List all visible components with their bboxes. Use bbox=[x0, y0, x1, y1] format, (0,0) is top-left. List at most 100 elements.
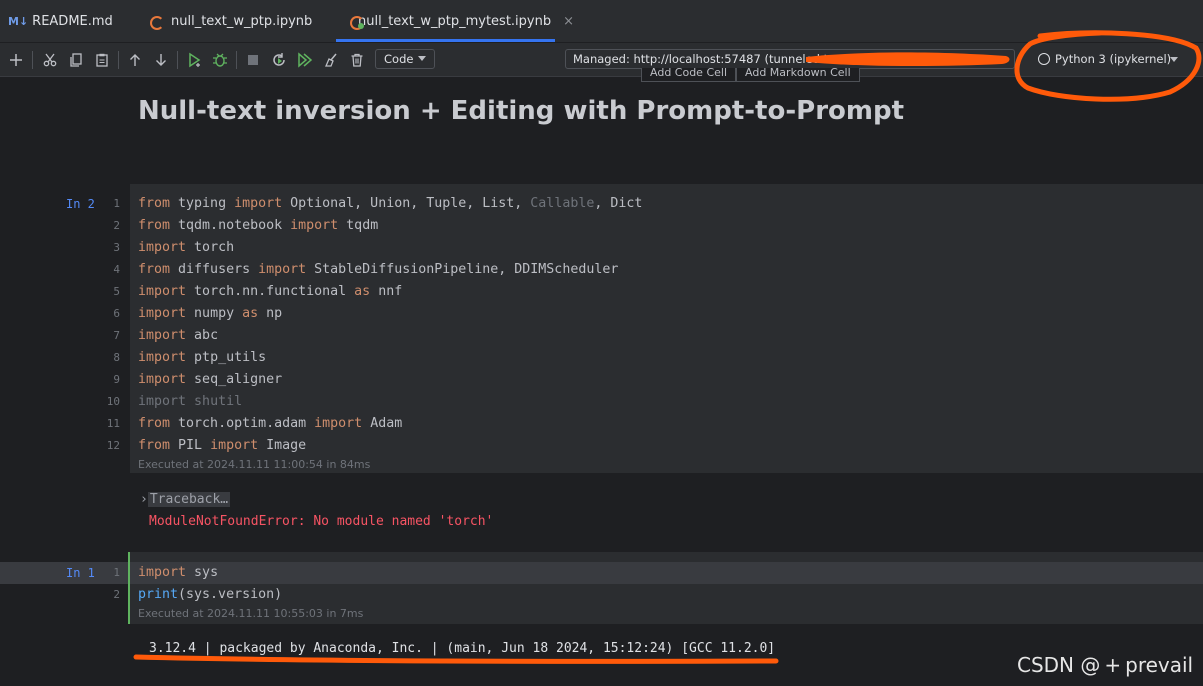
code-token: nnf bbox=[370, 284, 403, 299]
error-output: ModuleNotFoundError: No module named 'to… bbox=[149, 514, 494, 529]
code-token: torch.optim.adam bbox=[170, 416, 315, 431]
code-token: Callable bbox=[530, 196, 595, 211]
chevron-down-icon bbox=[418, 56, 426, 61]
code-token: import bbox=[234, 196, 283, 211]
code-token: numpy bbox=[186, 306, 243, 321]
code-line: from typing import Optional, Union, Tupl… bbox=[138, 193, 642, 215]
csdn-watermark: CSDN @ + prevail bbox=[1017, 653, 1194, 677]
move-up-icon[interactable] bbox=[124, 49, 146, 71]
move-down-icon[interactable] bbox=[150, 49, 172, 71]
restart-kernel-icon[interactable] bbox=[268, 49, 290, 71]
traceback-toggle[interactable]: › Traceback… bbox=[140, 489, 231, 510]
code-line: import shutil bbox=[138, 391, 242, 413]
add-code-cell-button[interactable]: Add Code Cell bbox=[641, 68, 737, 82]
code-token: typing bbox=[170, 196, 235, 211]
clear-outputs-icon[interactable] bbox=[320, 49, 342, 71]
execution-count: In 2 bbox=[66, 197, 95, 211]
execution-info: Executed at 2024.11.11 10:55:03 in 7ms bbox=[138, 607, 364, 620]
tab-readme[interactable]: M↓ README.md bbox=[8, 0, 113, 42]
code-token: import bbox=[138, 284, 187, 299]
add-markdown-cell-button[interactable]: Add Markdown Cell bbox=[736, 68, 860, 82]
code-line: from torch.optim.adam import Adam bbox=[138, 413, 402, 435]
code-token: shutil bbox=[186, 394, 243, 409]
code-token: import bbox=[138, 394, 187, 409]
close-icon[interactable]: × bbox=[563, 14, 574, 29]
cut-icon[interactable] bbox=[39, 49, 61, 71]
code-token: import bbox=[314, 416, 363, 431]
code-line: import torch bbox=[138, 237, 234, 259]
tab-label: null_text_w_ptp.ipynb bbox=[171, 13, 313, 29]
paste-icon[interactable] bbox=[91, 49, 113, 71]
server-url: Managed: http://localhost:57487 (tunnele… bbox=[573, 52, 829, 66]
code-token: torch bbox=[186, 240, 235, 255]
code-token: from bbox=[138, 196, 171, 211]
tab-label: null_text_w_ptp_mytest.ipynb bbox=[358, 13, 552, 29]
code-token: Optional, Union, Tuple, List, bbox=[282, 196, 531, 211]
kernel-idle-icon bbox=[1038, 53, 1050, 65]
line-number: 5 bbox=[113, 285, 120, 298]
code-line: import abc bbox=[138, 325, 218, 347]
code-token: as bbox=[354, 284, 371, 299]
code-token: import bbox=[138, 565, 187, 580]
cell-type-value: Code bbox=[384, 52, 414, 66]
jupyter-server-selector[interactable]: Managed: http://localhost:57487 (tunnele… bbox=[565, 49, 1015, 69]
code-token: tqdm bbox=[338, 218, 379, 233]
copy-icon[interactable] bbox=[65, 49, 87, 71]
line-number: 4 bbox=[113, 263, 120, 276]
kernel-name: Python 3 (ipykernel) bbox=[1055, 52, 1172, 66]
code-token: seq_aligner bbox=[186, 372, 283, 387]
execution-count: In 1 bbox=[66, 566, 95, 580]
tab-label: README.md bbox=[32, 13, 113, 29]
chevron-down-icon bbox=[1170, 57, 1178, 62]
code-line: import ptp_utils bbox=[138, 347, 266, 369]
code-token: import bbox=[210, 438, 259, 453]
code-token: abc bbox=[186, 328, 219, 343]
toolbar-divider bbox=[32, 51, 33, 69]
code-token: StableDiffusionPipeline, DDIMScheduler bbox=[306, 262, 619, 277]
debug-cell-icon[interactable] bbox=[209, 49, 231, 71]
code-token: import bbox=[138, 350, 187, 365]
code-line: import torch.nn.functional as nnf bbox=[138, 281, 402, 303]
delete-cell-icon[interactable] bbox=[346, 49, 368, 71]
code-line: import seq_aligner bbox=[138, 369, 282, 391]
code-token: , Dict bbox=[594, 196, 643, 211]
notebook-heading: Null-text inversion + Editing with Promp… bbox=[138, 96, 905, 126]
code-token: from bbox=[138, 416, 171, 431]
cell-type-dropdown[interactable]: Code bbox=[375, 49, 435, 69]
traceback-label: Traceback… bbox=[147, 492, 231, 507]
toolbar-divider bbox=[177, 51, 178, 69]
code-token: tqdm.notebook bbox=[170, 218, 291, 233]
code-line: from PIL import Image bbox=[138, 435, 306, 457]
toolbar-divider bbox=[236, 51, 237, 69]
code-token: PIL bbox=[170, 438, 211, 453]
line-number: 2 bbox=[113, 588, 120, 601]
line-number: 9 bbox=[113, 373, 120, 386]
add-cell-icon[interactable] bbox=[5, 49, 27, 71]
code-token: diffusers bbox=[170, 262, 259, 277]
code-token: print bbox=[138, 587, 179, 602]
line-number: 3 bbox=[113, 241, 120, 254]
run-all-icon[interactable] bbox=[294, 49, 316, 71]
tab-null-text-w-ptp[interactable]: null_text_w_ptp.ipynb bbox=[150, 0, 312, 42]
code-token: import bbox=[138, 306, 187, 321]
line-number: 12 bbox=[106, 439, 120, 452]
code-token: ptp_utils bbox=[186, 350, 267, 365]
stdout-output: 3.12.4 | packaged by Anaconda, Inc. | (m… bbox=[149, 641, 776, 656]
stop-icon[interactable] bbox=[242, 49, 264, 71]
code-token: sys bbox=[186, 565, 219, 580]
kernel-selector[interactable]: Python 3 (ipykernel) bbox=[1032, 49, 1182, 69]
code-line: import sys bbox=[138, 562, 218, 584]
chevron-right-icon: › bbox=[140, 492, 148, 507]
code-line: from diffusers import StableDiffusionPip… bbox=[138, 259, 618, 281]
toolbar-divider bbox=[118, 51, 119, 69]
line-number: 8 bbox=[113, 351, 120, 364]
code-token: from bbox=[138, 262, 171, 277]
code-token: (sys.version) bbox=[178, 587, 283, 602]
run-cell-icon[interactable] bbox=[184, 49, 206, 71]
editor-tab-bar: M↓ README.md null_text_w_ptp.ipynb null_… bbox=[0, 0, 1203, 43]
tab-null-text-w-ptp-mytest[interactable]: null_text_w_ptp_mytest.ipynb × bbox=[336, 0, 574, 42]
line-number: 2 bbox=[113, 219, 120, 232]
code-line: import numpy as np bbox=[138, 303, 282, 325]
code-line: print(sys.version) bbox=[138, 584, 282, 606]
code-token: import bbox=[138, 328, 187, 343]
